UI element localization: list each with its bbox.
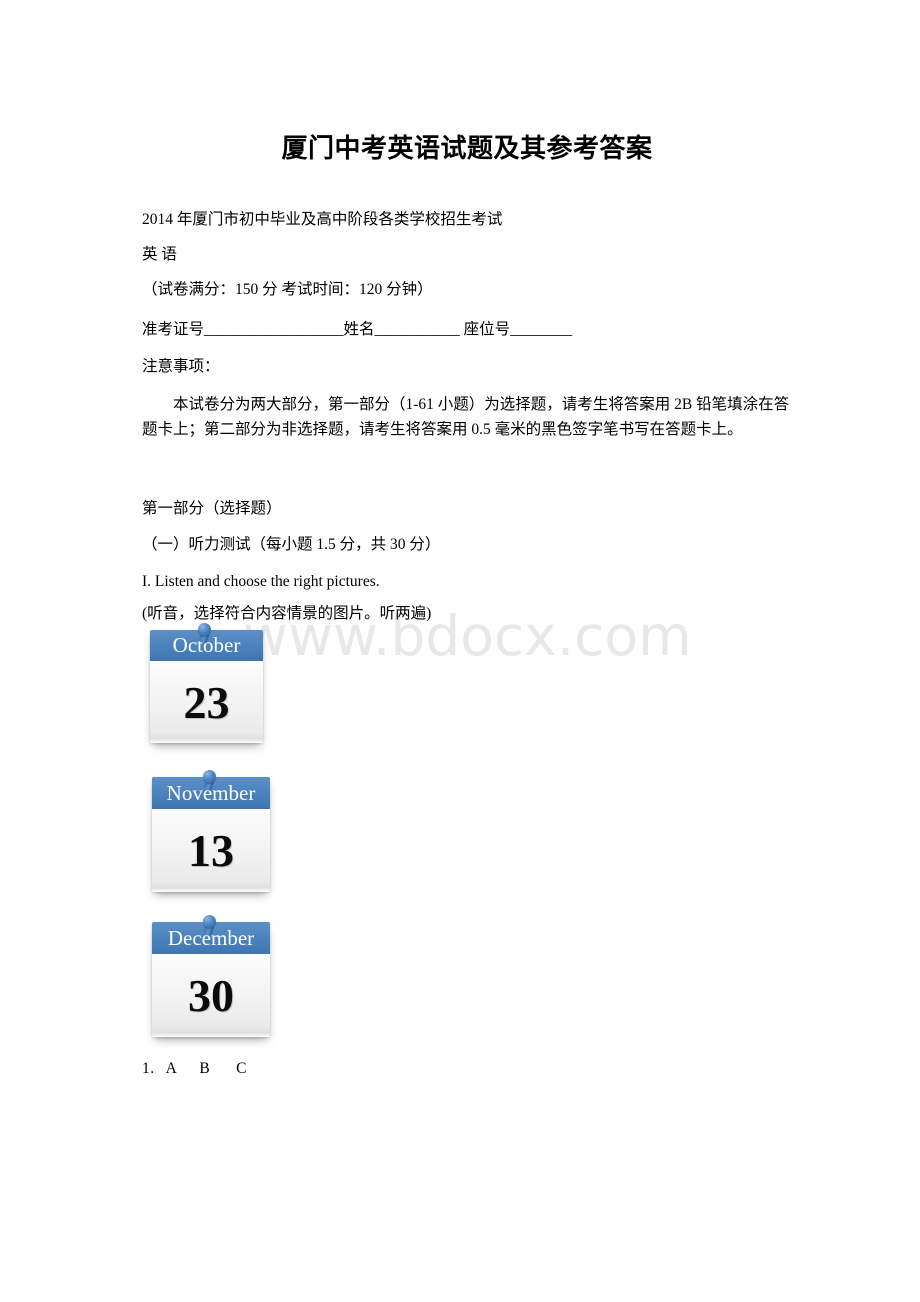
- calendar-image-a: October 23: [150, 623, 263, 743]
- calendar-page-curl: [152, 1027, 270, 1037]
- part-one-heading: 第一部分（选择题）: [142, 500, 282, 517]
- question-1-choices: 1. A B C: [142, 1060, 792, 1078]
- document-page: www.bdocx.com 厦门中考英语试题及其参考答案 2014 年厦门市初中…: [0, 0, 920, 1302]
- listening-section-heading: （一）听力测试（每小题 1.5 分，共 30 分）: [142, 536, 441, 553]
- pushpin-icon: [199, 770, 225, 796]
- calendar-image-c: December 30: [152, 915, 270, 1037]
- calendar-day-number: 30: [188, 970, 234, 1021]
- question-number: 1.: [142, 1060, 155, 1077]
- notes-body: 本试卷分为两大部分，第一部分（1-61 小题）为选择题，请考生将答案用 2B 铅…: [142, 396, 790, 439]
- choice-c[interactable]: C: [236, 1060, 247, 1078]
- calendar-image-b: November 13: [152, 770, 270, 892]
- task-instruction-chinese: (听音，选择符合内容情景的图片。听两遍): [142, 605, 432, 622]
- calendar-day-number: 13: [188, 825, 234, 876]
- score-and-time-line: （试卷满分：150 分 考试时间：120 分钟）: [142, 281, 433, 298]
- choice-a[interactable]: A: [166, 1060, 178, 1078]
- choice-b[interactable]: B: [199, 1060, 210, 1078]
- pushpin-icon: [194, 623, 220, 649]
- pushpin-icon: [199, 915, 225, 941]
- candidate-info-fields: 准考证号__________________姓名___________ 座位号_…: [142, 321, 573, 338]
- calendar-day-number: 23: [183, 676, 230, 728]
- calendar-page-curl: [150, 733, 263, 743]
- notes-label: 注意事项：: [142, 358, 220, 375]
- task-instruction-english: I. Listen and choose the right pictures.: [142, 573, 380, 590]
- page-title: 厦门中考英语试题及其参考答案: [281, 133, 653, 163]
- calendar-page-curl: [152, 882, 270, 892]
- exam-name-line: 2014 年厦门市初中毕业及高中阶段各类学校招生考试: [142, 211, 503, 228]
- subject-line: 英 语: [142, 246, 177, 263]
